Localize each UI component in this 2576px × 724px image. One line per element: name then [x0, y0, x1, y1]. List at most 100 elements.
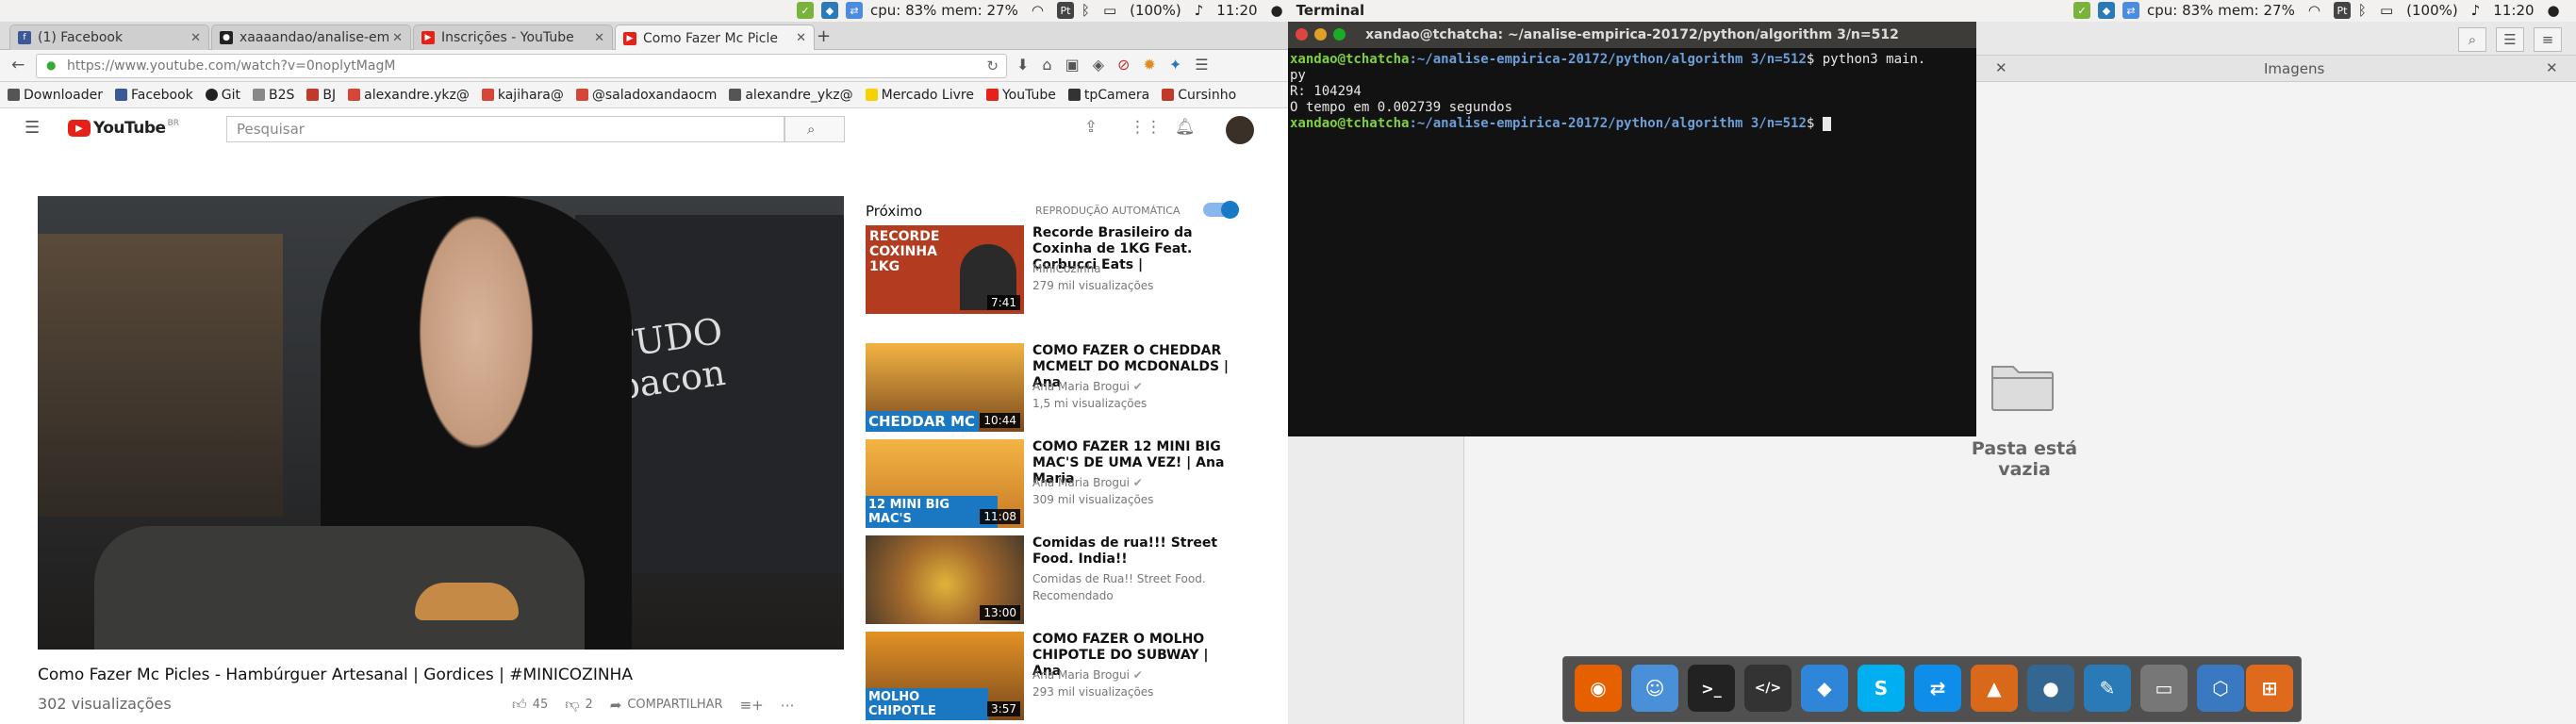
- disk-icon[interactable]: ▭: [2140, 665, 2188, 712]
- recommendation-item[interactable]: CHEDDAR MC 10:44 COMO FAZER O CHEDDAR MC…: [866, 343, 1243, 436]
- screenshot-icon[interactable]: ▣: [1065, 56, 1080, 74]
- check-icon[interactable]: ✓: [797, 2, 814, 19]
- bookmark-gmail-alexandre[interactable]: alexandre.ykz@: [348, 88, 470, 103]
- keyboard-layout-indicator[interactable]: Pt: [1056, 2, 1074, 19]
- apple-icon[interactable]: ●: [1271, 2, 1283, 19]
- teamviewer-tray-icon[interactable]: ⇄: [846, 2, 863, 19]
- extension-icon[interactable]: ✦: [1169, 56, 1181, 74]
- check-icon[interactable]: ✓: [2073, 2, 2090, 19]
- wifi-icon[interactable]: ◠: [1032, 2, 1044, 19]
- dropbox-tray-icon[interactable]: ◆: [2098, 2, 2115, 19]
- minimize-window-button[interactable]: [1314, 28, 1327, 41]
- download-icon[interactable]: ⬇: [1016, 56, 1029, 74]
- search-icon[interactable]: ⌕: [2458, 27, 2486, 52]
- postgres-icon[interactable]: ●: [2027, 665, 2074, 712]
- terminal-icon[interactable]: >_: [1688, 665, 1735, 712]
- cookie-icon[interactable]: ✹: [1143, 56, 1155, 74]
- apple-icon[interactable]: ●: [2548, 2, 2560, 19]
- close-icon[interactable]: ✕: [392, 31, 403, 45]
- mysql-workbench-icon[interactable]: ✎: [2084, 665, 2131, 712]
- bookmark-b2s[interactable]: B2S: [253, 88, 294, 103]
- finder-icon[interactable]: ☺: [1631, 665, 1678, 712]
- share-button[interactable]: COMPARTILHAR: [627, 698, 722, 712]
- add-to-playlist-icon[interactable]: ≡+: [740, 697, 764, 714]
- video-player[interactable]: TUDO bacon: [38, 196, 844, 650]
- dropbox-tray-icon[interactable]: ◆: [821, 2, 838, 19]
- search-button[interactable]: ⌕: [784, 116, 845, 142]
- back-arrow-icon[interactable]: ←: [11, 56, 25, 74]
- close-icon[interactable]: ✕: [594, 31, 604, 45]
- hamburger-menu-icon[interactable]: ☰: [1195, 56, 1208, 74]
- terminal-output[interactable]: xandao@tchatcha:~/analise-empirica-20172…: [1288, 48, 1976, 436]
- terminal-window[interactable]: xandao@tchatcha: ~/analise-empirica-2017…: [1288, 22, 1976, 436]
- url-field[interactable]: ● https://www.youtube.com/watch?v=0noply…: [36, 54, 1007, 78]
- bookmark-downloader[interactable]: Downloader: [8, 88, 103, 103]
- volume-icon[interactable]: ♪: [2471, 2, 2481, 19]
- volume-icon[interactable]: ♪: [1195, 2, 1204, 19]
- recommendation-item[interactable]: 12 MINI BIG MAC'S 11:08 COMO FAZER 12 MI…: [866, 439, 1243, 532]
- youtube-logo[interactable]: ▶ YouTube BR: [68, 119, 179, 138]
- matlab-icon[interactable]: ▲: [1971, 665, 2018, 712]
- bookmark-cursinho[interactable]: Cursinho: [1162, 88, 1236, 103]
- notifications-bell-icon[interactable]: 🔔︎: [1175, 118, 1196, 137]
- battery-icon[interactable]: ▭: [1103, 2, 1116, 19]
- bookmark-gmail-kajihara[interactable]: kajihara@: [481, 88, 564, 103]
- dislike-icon[interactable]: 👎︎: [565, 696, 579, 714]
- channel-name[interactable]: Ana Maria Brogui ✔: [1032, 380, 1143, 393]
- firefox-icon[interactable]: ◉: [1575, 665, 1622, 712]
- wifi-icon[interactable]: ◠: [2308, 2, 2320, 19]
- battery-icon[interactable]: ▭: [2380, 2, 2393, 19]
- keyboard-layout-indicator[interactable]: Pt: [2333, 2, 2351, 19]
- channel-name[interactable]: Comidas de Rua!! Street Food.: [1032, 572, 1206, 585]
- autoplay-toggle[interactable]: [1203, 201, 1239, 219]
- apps-grid-icon[interactable]: ⋮⋮: [1130, 118, 1162, 137]
- video-thumbnail[interactable]: 13:00: [866, 535, 1024, 624]
- close-tab-icon[interactable]: ✕: [1995, 59, 2007, 76]
- clock-text[interactable]: 11:20: [2493, 2, 2534, 19]
- teamviewer-tray-icon[interactable]: ⇄: [2122, 2, 2139, 19]
- video-thumbnail[interactable]: RECORDE COXINHA 1KG 7:41: [866, 225, 1024, 314]
- share-icon[interactable]: ➦: [610, 697, 622, 714]
- package-icon[interactable]: ⊞: [2246, 665, 2293, 712]
- channel-name[interactable]: Ana Maria Brogui ✔: [1032, 668, 1143, 682]
- virtualbox-icon[interactable]: ⬡: [2197, 665, 2244, 712]
- channel-name[interactable]: Ana Maria Brogui ✔: [1032, 476, 1143, 489]
- close-icon[interactable]: ✕: [796, 31, 806, 45]
- active-app-label[interactable]: Terminal: [1296, 2, 1365, 19]
- tab-github[interactable]: ● xaaaandao/analise-em ✕: [211, 25, 411, 50]
- bookmark-alexandre-ykz[interactable]: alexandre_ykz@: [729, 88, 853, 103]
- bookmark-facebook[interactable]: Facebook: [114, 88, 193, 103]
- video-thumbnail[interactable]: MOLHO CHIPOTLE 3:57: [866, 632, 1024, 720]
- skype-icon[interactable]: S: [1858, 665, 1905, 712]
- channel-name[interactable]: MiniCozinha: [1032, 262, 1101, 275]
- bookmark-youtube[interactable]: YouTube: [985, 88, 1056, 103]
- new-tab-button[interactable]: +: [817, 26, 831, 46]
- menu-icon[interactable]: ☰: [25, 118, 40, 138]
- menu-icon[interactable]: ≡: [2534, 27, 2562, 52]
- like-icon[interactable]: 👍︎: [512, 696, 527, 714]
- addon-icon[interactable]: ⊘: [1117, 56, 1130, 74]
- recommendation-item[interactable]: MOLHO CHIPOTLE 3:57 COMO FAZER O MOLHO C…: [866, 632, 1243, 724]
- bookmark-mercado-livre[interactable]: Mercado Livre: [865, 88, 974, 103]
- pocket-icon[interactable]: ◈: [1093, 56, 1104, 74]
- tab-facebook[interactable]: f (1) Facebook ✕: [9, 25, 209, 50]
- clock-text[interactable]: 11:20: [1216, 2, 1257, 19]
- tab-youtube-subscriptions[interactable]: ▶ Inscrições - YouTube ✕: [413, 25, 613, 50]
- bluetooth-icon[interactable]: ᛒ: [1082, 2, 1090, 19]
- video-title[interactable]: Comidas de rua!!! Street Food. India!!: [1032, 535, 1240, 568]
- reload-icon[interactable]: ↻: [986, 58, 999, 74]
- recommendation-item[interactable]: 13:00 Comidas de rua!!! Street Food. Ind…: [866, 535, 1243, 628]
- video-thumbnail[interactable]: CHEDDAR MC 10:44: [866, 343, 1024, 432]
- home-icon[interactable]: ⌂: [1042, 56, 1051, 74]
- upload-icon[interactable]: ⇪: [1084, 118, 1098, 137]
- code-editor-icon[interactable]: </>: [1744, 665, 1792, 712]
- dropbox-icon[interactable]: ◆: [1801, 665, 1848, 712]
- bookmark-git[interactable]: Git: [205, 88, 240, 103]
- maximize-window-button[interactable]: [1333, 28, 1346, 41]
- search-input[interactable]: Pesquisar: [226, 116, 784, 142]
- bookmark-gmail-saladoxandao[interactable]: @saladoxandaocm: [575, 88, 717, 103]
- files-tab-title[interactable]: Imagens: [2264, 60, 2324, 77]
- close-icon[interactable]: ✕: [190, 31, 201, 45]
- close-window-button[interactable]: [1296, 28, 1308, 41]
- teamviewer-icon[interactable]: ⇄: [1914, 665, 1961, 712]
